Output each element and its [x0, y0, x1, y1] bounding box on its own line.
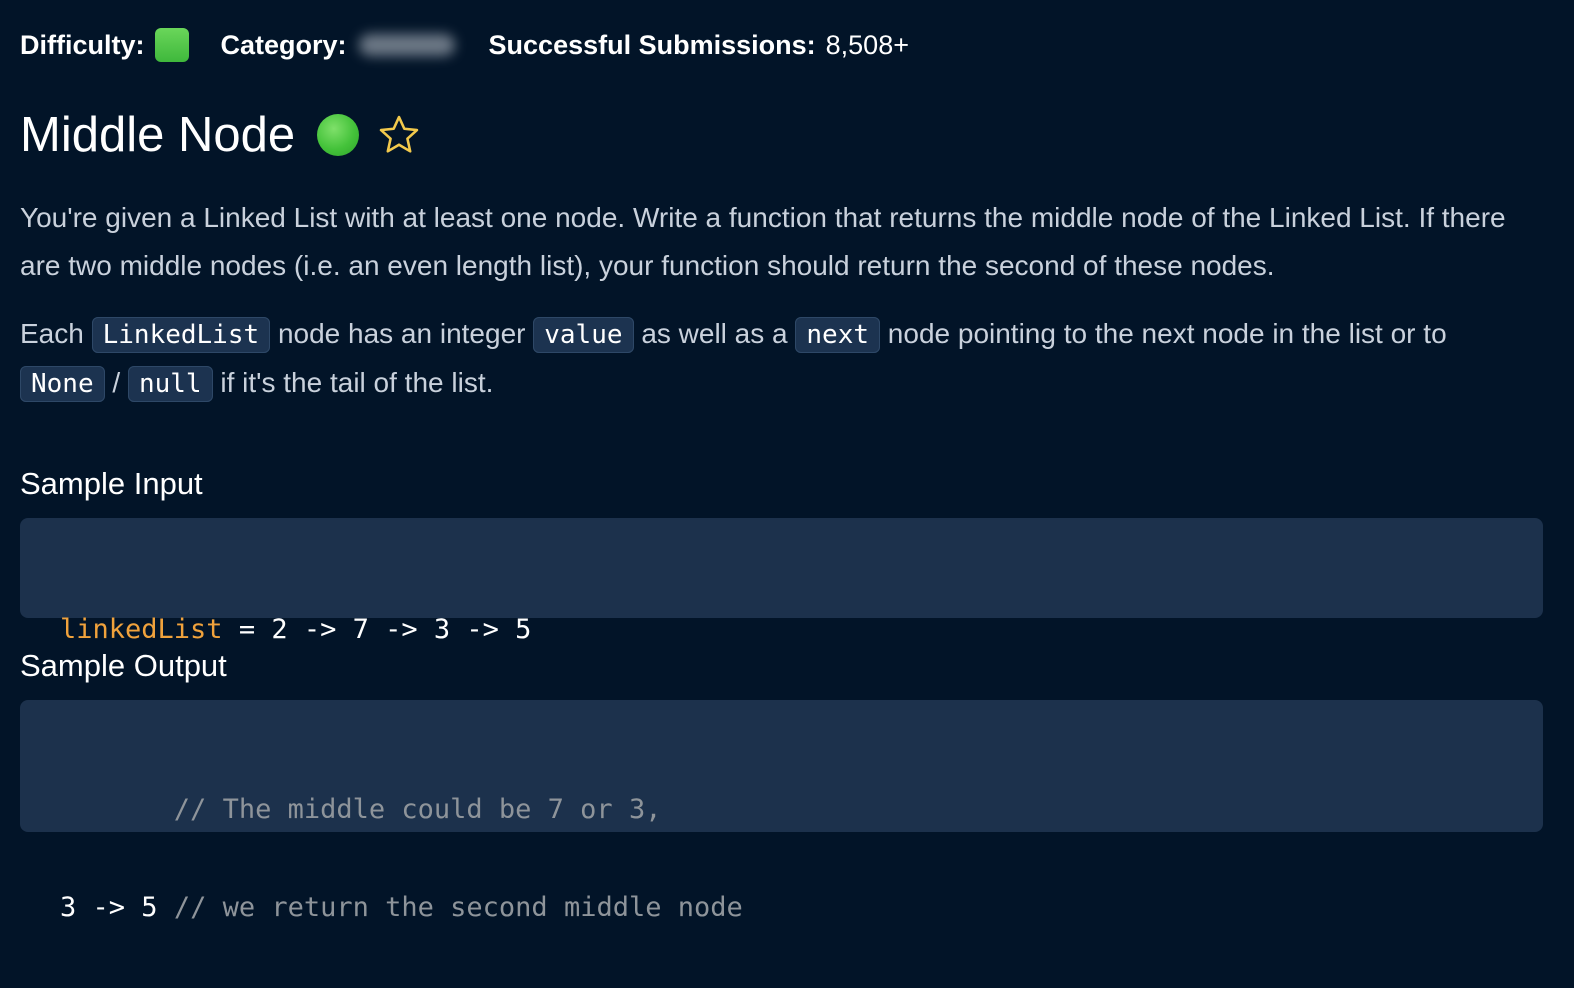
code-comment: // we return the second middle node	[173, 892, 743, 923]
problem-prompt: You're given a Linked List with at least…	[20, 194, 1543, 408]
prompt-paragraph-1: You're given a Linked List with at least…	[20, 202, 1506, 281]
category-value-hidden[interactable]	[358, 34, 455, 56]
green-circle-icon	[317, 114, 360, 156]
prompt-text: /	[112, 367, 121, 398]
code-linkedlist: LinkedList	[91, 317, 271, 353]
sample-output-code-block[interactable]: // The middle could be 7 or 3, 3 -> 5 //…	[20, 700, 1543, 923]
difficulty-easy-indicator	[154, 28, 189, 62]
sample-input-code-block[interactable]: linkedList = 2 -> 7 -> 3 -> 5	[20, 518, 1543, 645]
code-none: None	[20, 366, 105, 402]
prompt-text: as well as a	[641, 318, 788, 349]
sample-output-heading: Sample Output	[20, 648, 227, 683]
code-null: null	[127, 366, 213, 402]
difficulty-label: Difficulty:	[20, 29, 145, 60]
code-text: 3 -> 5	[60, 892, 158, 923]
code-line: linkedList = 2 -> 7 -> 3 -> 5	[60, 612, 1543, 648]
prompt-text: if it's the tail of the list.	[220, 367, 494, 398]
prompt-text: node pointing to the next node in the li…	[887, 318, 1447, 349]
prompt-paragraph-2: Each LinkedList node has an integer valu…	[20, 310, 1543, 408]
star-outline-icon[interactable]	[377, 113, 421, 157]
code-variable: linkedList	[60, 614, 223, 645]
prompt-text: node has an integer	[277, 318, 526, 349]
sample-input-heading: Sample Input	[20, 466, 203, 501]
category-label: Category:	[220, 29, 347, 60]
code-line: // The middle could be 7 or 3,	[60, 792, 1543, 828]
title-row: Middle Node	[20, 104, 421, 166]
submissions-count: 8,508+	[825, 29, 909, 60]
prompt-text: Each	[20, 318, 84, 349]
code-value: value	[533, 317, 634, 353]
code-text: = 2 -> 7 -> 3 -> 5	[222, 614, 532, 645]
problem-title: Middle Node	[20, 108, 296, 162]
code-comment: // The middle could be 7 or 3,	[173, 794, 662, 825]
problem-meta-bar: Difficulty: Category: Successful Submiss…	[20, 24, 909, 66]
code-line: 3 -> 5 // we return the second middle no…	[60, 890, 1543, 926]
submissions-label: Successful Submissions:	[488, 29, 816, 60]
code-next: next	[795, 317, 881, 353]
